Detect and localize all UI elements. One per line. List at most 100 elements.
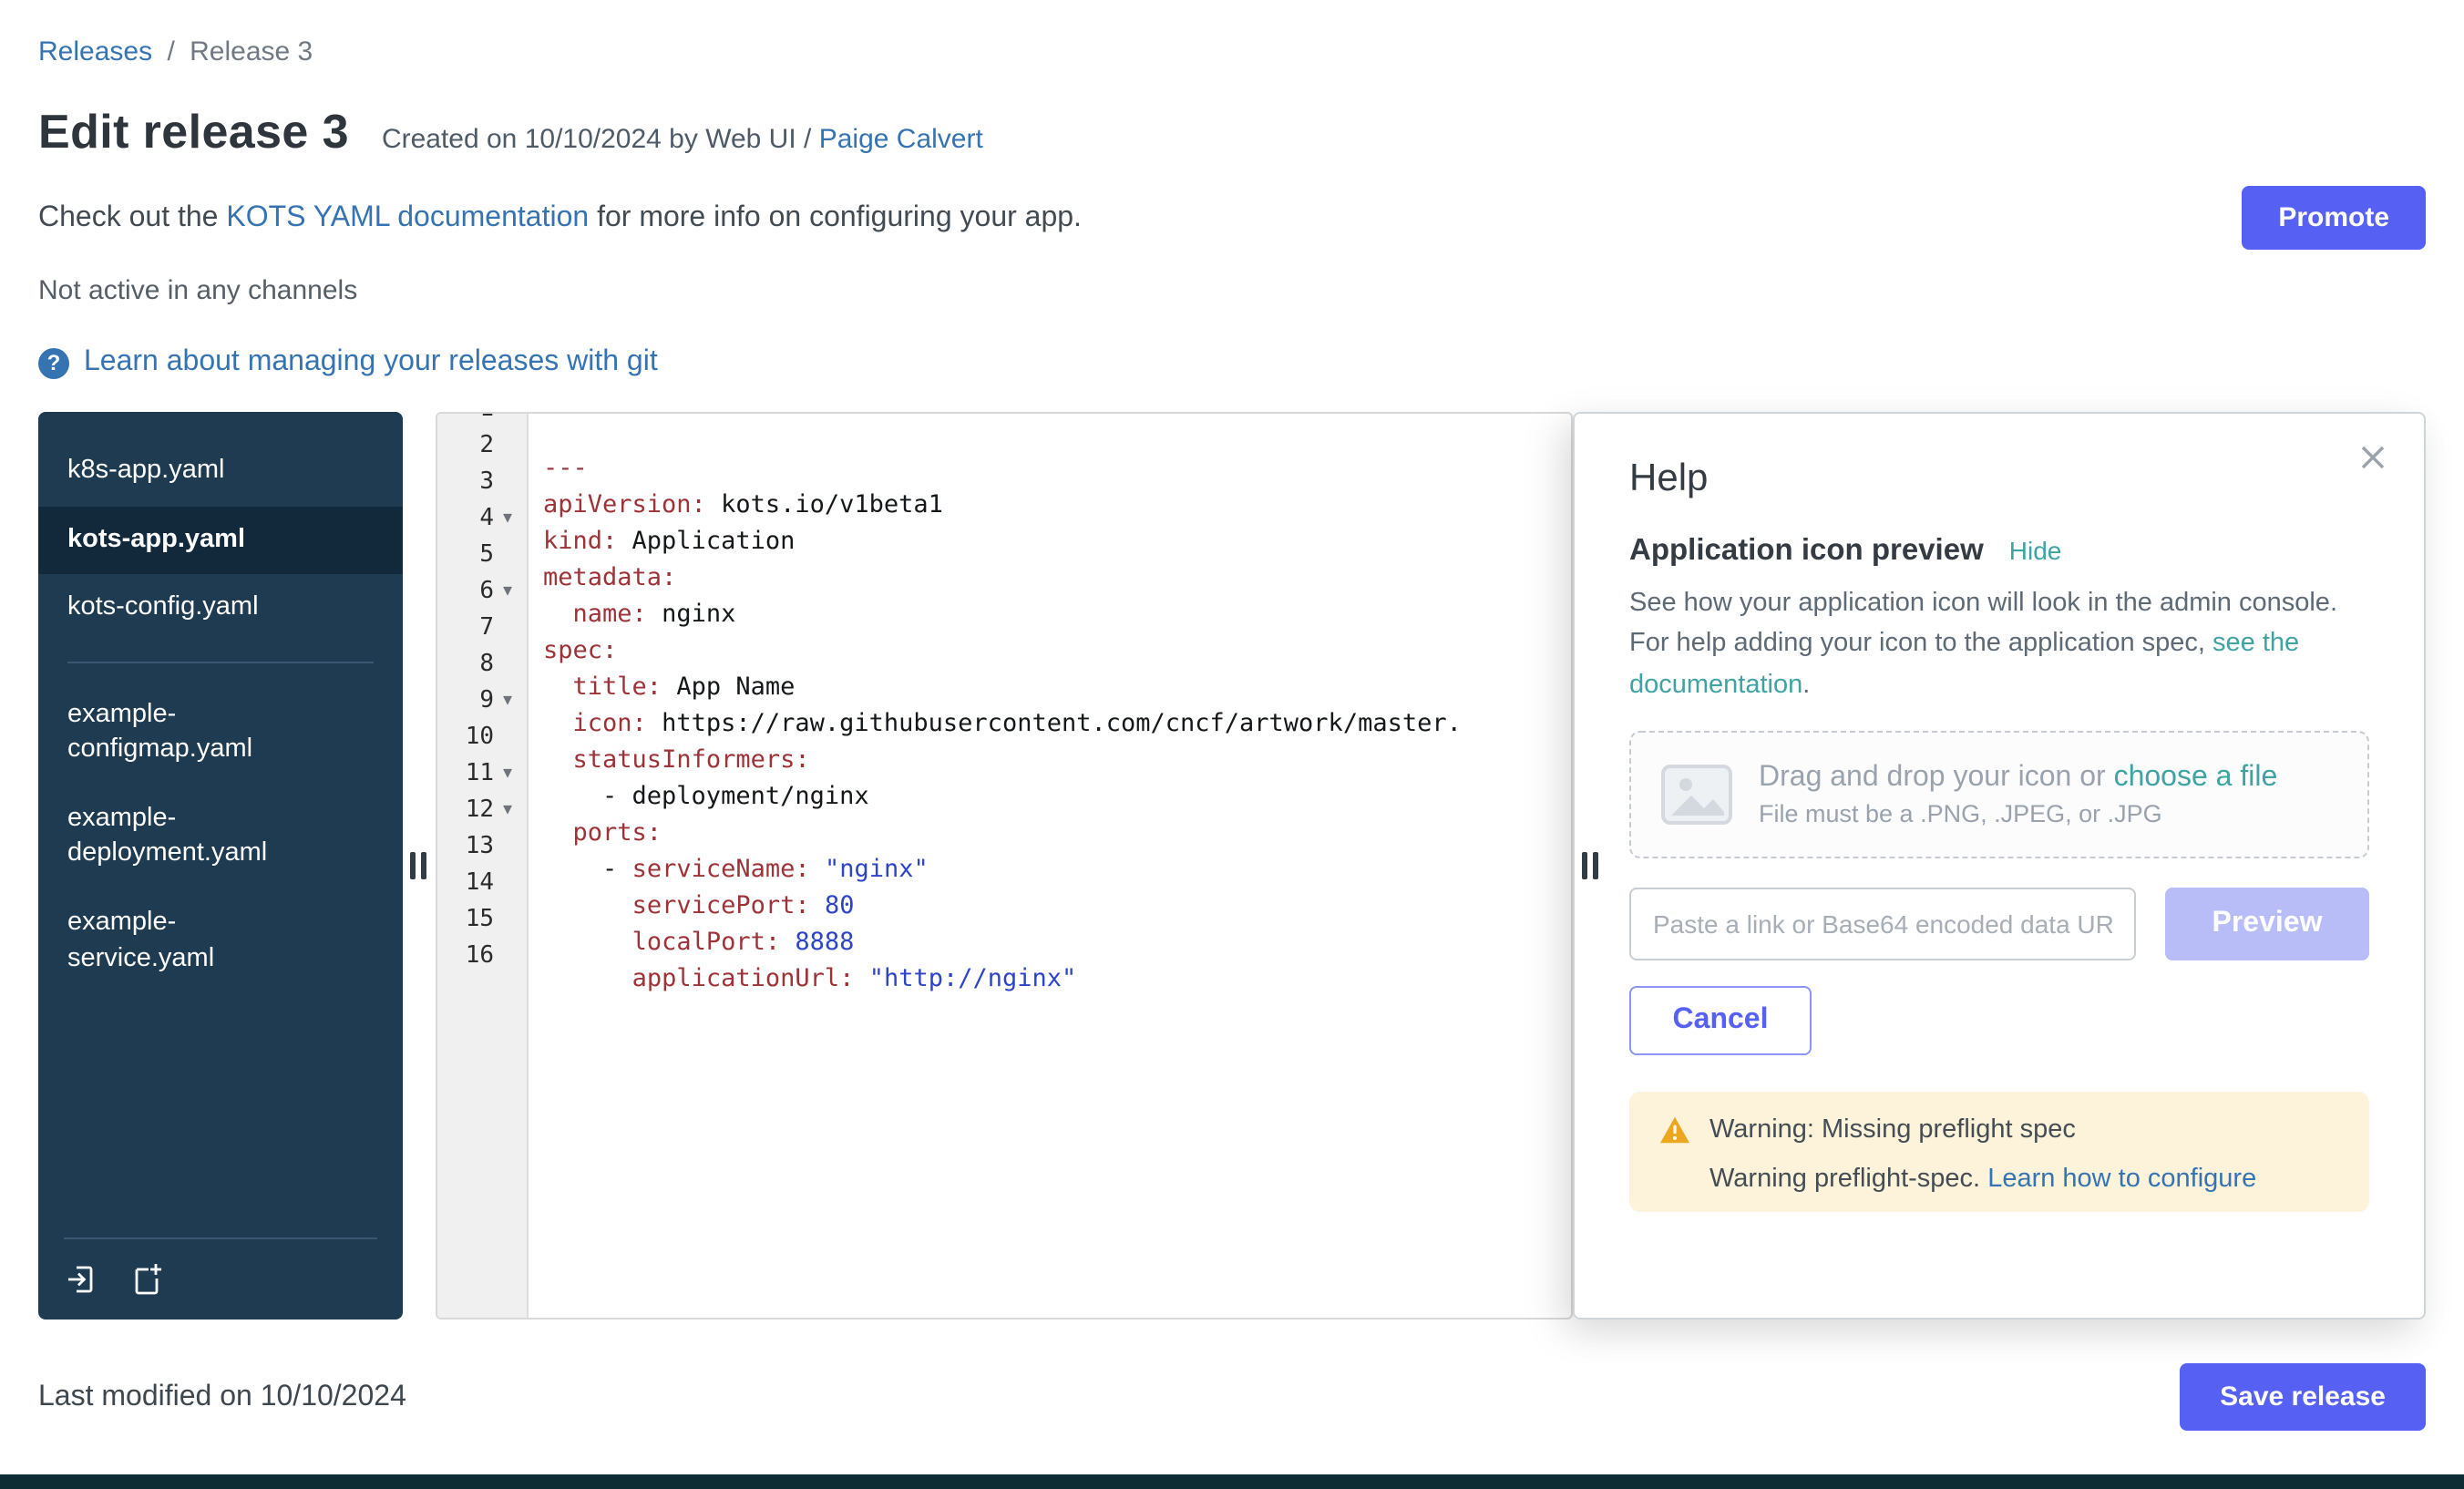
promote-button[interactable]: Promote <box>2242 186 2426 250</box>
help-resize-handle[interactable] <box>1578 845 1602 887</box>
fold-spacer <box>494 414 521 428</box>
code-line[interactable]: apiVersion: kots.io/v1beta1 <box>543 487 1571 523</box>
gutter-line: 4▾ <box>437 501 527 538</box>
code-line[interactable]: - deployment/nginx <box>543 778 1571 815</box>
code-token: icon: <box>573 709 647 738</box>
code-token: "nginx" <box>825 855 929 884</box>
page-title: Edit release 3 <box>38 104 349 160</box>
sidebar-file-kots-app.yaml[interactable]: kots-app.yaml <box>38 506 403 574</box>
app-window: Releases / Release 3 Edit release 3 Crea… <box>0 0 2464 1489</box>
code-line[interactable]: - serviceName: "nginx" <box>543 851 1571 888</box>
fold-spacer <box>494 647 521 683</box>
code-token <box>810 855 825 884</box>
code-token <box>543 928 632 957</box>
fold-arrow-icon[interactable]: ▾ <box>494 683 521 720</box>
icon-url-input[interactable] <box>1629 888 2136 961</box>
code-lines: --- apiVersion: kots.io/v1beta1kind: Appl… <box>543 450 1571 1033</box>
fold-spacer <box>494 611 521 647</box>
code-token: statusInformers: <box>573 745 810 775</box>
code-line[interactable]: spec: <box>543 632 1571 669</box>
last-modified-text: Last modified on 10/10/2024 <box>38 1381 406 1413</box>
code-line[interactable]: servicePort: 80 <box>543 888 1571 924</box>
file-list-examples: example-configmap.yamlexample-deployment… <box>38 681 403 993</box>
code-line[interactable]: metadata: <box>543 560 1571 596</box>
sidebar-resize-handle[interactable] <box>406 845 430 887</box>
code-line[interactable]: icon: https://raw.githubusercontent.com/… <box>543 705 1571 742</box>
code-token <box>543 891 632 920</box>
file-sidebar: k8s-app.yamlkots-app.yamlkots-config.yam… <box>38 412 403 1320</box>
code-token: - <box>543 855 632 884</box>
hide-link[interactable]: Hide <box>2009 536 2062 565</box>
line-number: 2 <box>447 428 494 465</box>
code-token <box>780 928 795 957</box>
breadcrumb-releases-link[interactable]: Releases <box>38 36 152 67</box>
preflight-warning: Warning: Missing preflight spec Warning … <box>1629 1093 2369 1213</box>
line-number: 4 <box>447 501 494 538</box>
cancel-button[interactable]: Cancel <box>1629 987 1812 1056</box>
fold-arrow-icon[interactable]: ▾ <box>494 501 521 538</box>
fold-spacer <box>494 538 521 574</box>
code-line[interactable]: title: App Name <box>543 669 1571 705</box>
editor-code-area[interactable]: --- apiVersion: kots.io/v1beta1kind: Appl… <box>529 414 1571 1318</box>
code-token: ports: <box>573 818 662 847</box>
icon-url-row: Preview <box>1629 888 2369 961</box>
git-help-link[interactable]: Learn about managing your releases with … <box>84 346 658 379</box>
release-editor-area: k8s-app.yamlkots-app.yamlkots-config.yam… <box>38 412 2426 1320</box>
code-token <box>854 964 868 993</box>
breadcrumb-separator: / <box>167 36 174 67</box>
sidebar-file-example-configmap.yaml[interactable]: example-configmap.yaml <box>38 681 403 785</box>
editor-gutter: 1234▾56▾789▾1011▾12▾13141516 <box>437 414 529 1318</box>
choose-file-link[interactable]: choose a file <box>2114 763 2278 794</box>
line-number: 3 <box>447 465 494 501</box>
yaml-editor[interactable]: 1234▾56▾789▾1011▾12▾13141516 ---apiVersi… <box>436 412 1573 1320</box>
code-line[interactable]: applicationUrl: "http://nginx" <box>543 960 1571 997</box>
code-token <box>543 600 573 629</box>
sidebar-file-example-deployment.yaml[interactable]: example-deployment.yaml <box>38 786 403 889</box>
fold-arrow-icon[interactable]: ▾ <box>494 574 521 611</box>
upload-file-icon[interactable] <box>64 1261 100 1298</box>
fold-arrow-icon[interactable]: ▾ <box>494 793 521 829</box>
sidebar-file-example-service.yaml[interactable]: example-service.yaml <box>38 889 403 993</box>
fold-spacer <box>494 720 521 756</box>
code-line[interactable]: kind: Application <box>543 523 1571 560</box>
help-description: See how your application icon will look … <box>1629 583 2369 706</box>
fold-spacer <box>494 902 521 939</box>
footer-bar: Last modified on 10/10/2024 Save release <box>0 1363 2464 1431</box>
git-help-row[interactable]: ? Learn about managing your releases wit… <box>38 346 2426 379</box>
icon-dropzone[interactable]: Drag and drop your icon or choose a file… <box>1629 732 2369 859</box>
breadcrumb: Releases / Release 3 <box>38 36 2426 67</box>
line-number: 15 <box>447 902 494 939</box>
save-release-button[interactable]: Save release <box>2180 1363 2426 1431</box>
line-number: 13 <box>447 829 494 866</box>
fold-arrow-icon[interactable]: ▾ <box>494 756 521 793</box>
sidebar-divider <box>67 661 374 662</box>
code-token: --- <box>543 454 588 483</box>
gutter-line: 1 <box>437 414 527 428</box>
code-token: serviceName: <box>632 855 810 884</box>
created-text: Created on 10/10/2024 by Web UI / <box>382 124 819 155</box>
code-line[interactable]: ports: <box>543 815 1571 851</box>
code-line[interactable]: --- <box>543 450 1571 487</box>
sidebar-file-k8s-app.yaml[interactable]: k8s-app.yaml <box>38 437 403 506</box>
line-number: 5 <box>447 538 494 574</box>
docs-callout: Check out the KOTS YAML documentation fo… <box>38 201 1082 234</box>
created-author-link[interactable]: Paige Calvert <box>819 124 983 155</box>
code-line[interactable]: name: nginx <box>543 596 1571 632</box>
code-line[interactable]: localPort: 8888 <box>543 924 1571 960</box>
preview-button[interactable]: Preview <box>2165 888 2369 961</box>
warning-triangle-icon <box>1658 1116 1691 1145</box>
learn-configure-link[interactable]: Learn how to configure <box>1987 1166 2256 1195</box>
code-token <box>810 891 825 920</box>
fold-spacer <box>494 939 521 975</box>
kots-docs-link[interactable]: KOTS YAML documentation <box>226 201 589 232</box>
new-file-icon[interactable] <box>129 1261 166 1298</box>
dropzone-hint: File must be a .PNG, .JPEG, or .JPG <box>1759 801 2277 828</box>
code-line[interactable]: statusInformers: <box>543 742 1571 778</box>
close-icon[interactable] <box>2358 443 2387 472</box>
gutter-line: 8 <box>437 647 527 683</box>
sidebar-file-kots-config.yaml[interactable]: kots-config.yaml <box>38 574 403 642</box>
code-token: servicePort: <box>632 891 810 920</box>
page-content: Releases / Release 3 Edit release 3 Crea… <box>0 0 2464 1320</box>
breadcrumb-current: Release 3 <box>190 36 313 67</box>
code-line[interactable] <box>543 997 1571 1033</box>
